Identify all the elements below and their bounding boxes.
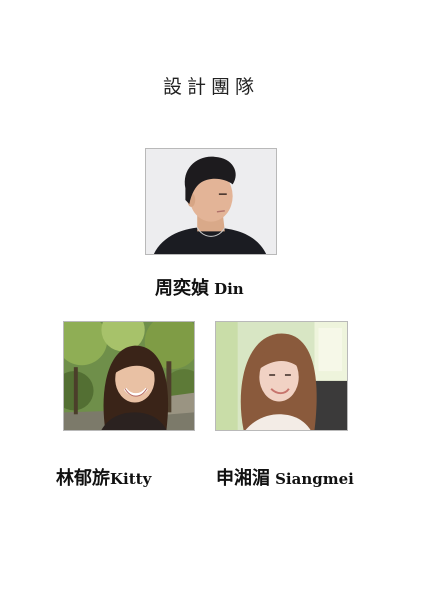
member-photo-din bbox=[145, 148, 277, 255]
page-title: 設計團隊 bbox=[162, 76, 259, 98]
member-caption-kitty: 林郁旂Kitty bbox=[56, 464, 151, 490]
member-caption-siangmei: 申湘湄 Siangmei bbox=[216, 464, 354, 490]
member-caption-din: 周奕媜 Din bbox=[155, 274, 244, 300]
member-name-zh: 申湘湄 bbox=[216, 468, 270, 489]
member-name-en: Kitty bbox=[110, 470, 152, 488]
member-name-zh: 林郁旂 bbox=[56, 468, 110, 489]
member-name-en: Siangmei bbox=[275, 470, 354, 488]
member-photo-kitty bbox=[63, 321, 195, 431]
member-name-en: Din bbox=[214, 280, 244, 298]
member-photo-siangmei bbox=[215, 321, 348, 431]
member-name-zh: 周奕媜 bbox=[155, 278, 209, 299]
